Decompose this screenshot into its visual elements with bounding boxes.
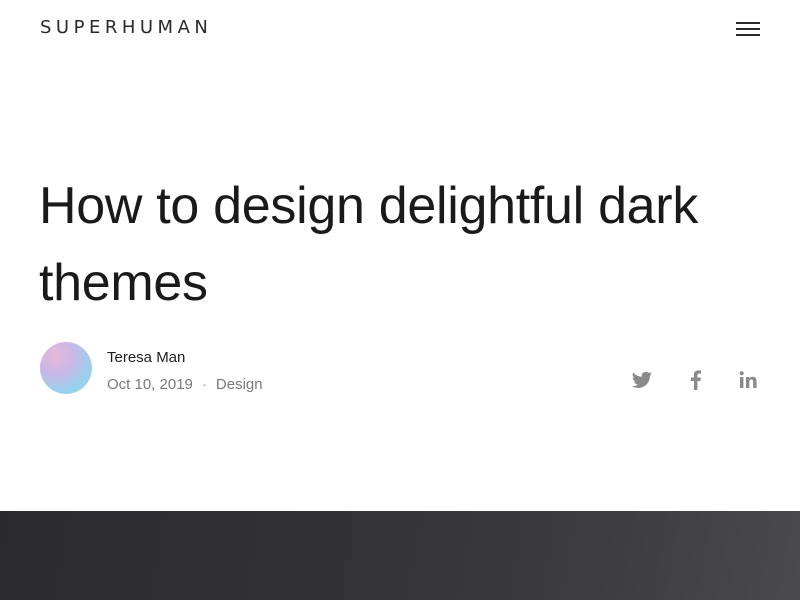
page: SUPERHUMAN How to design delightful dark… — [0, 0, 800, 600]
menu-line — [736, 22, 760, 24]
publish-date: Oct 10, 2019 — [107, 376, 193, 393]
hero-image-dark — [0, 511, 800, 600]
author-avatar — [40, 342, 92, 394]
hamburger-menu-icon[interactable] — [736, 19, 760, 39]
article-meta: Oct 10, 2019 · Design — [107, 376, 263, 393]
facebook-share-button[interactable] — [686, 368, 706, 392]
site-header: SUPERHUMAN — [0, 0, 800, 58]
meta-separator: · — [201, 376, 207, 393]
menu-line — [736, 28, 760, 30]
superhuman-logo[interactable]: SUPERHUMAN — [40, 17, 212, 39]
article-title: How to design delightful dark themes — [39, 177, 699, 312]
author-name: Teresa Man — [107, 349, 186, 366]
menu-line — [736, 34, 760, 36]
linkedin-icon — [739, 371, 757, 388]
category-link[interactable]: Design — [216, 376, 263, 393]
twitter-icon — [631, 371, 653, 388]
linkedin-share-button[interactable] — [738, 368, 760, 392]
facebook-icon — [691, 370, 702, 390]
twitter-share-button[interactable] — [631, 368, 653, 392]
